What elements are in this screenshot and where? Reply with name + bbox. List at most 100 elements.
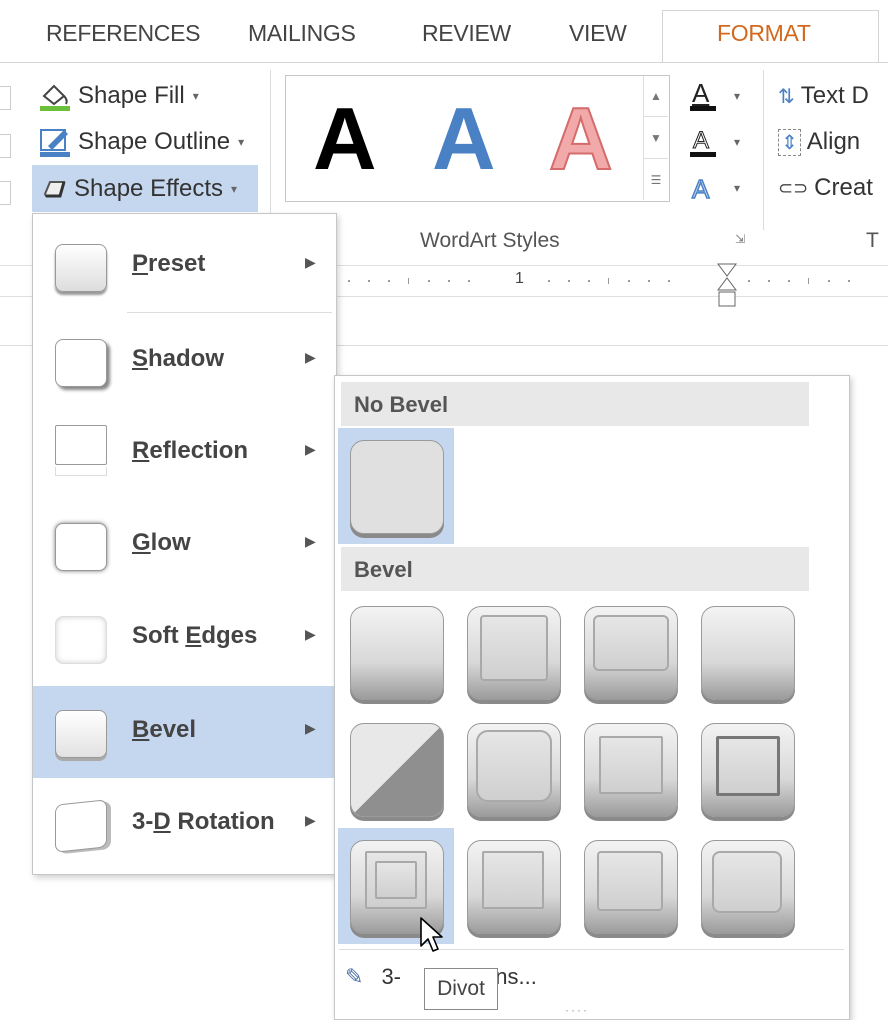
preset-icon	[55, 244, 107, 292]
svg-text:A: A	[692, 78, 710, 108]
menu-item-shadow[interactable]: Shadow ▶	[33, 315, 336, 407]
bevel-soft-round[interactable]	[455, 711, 571, 827]
pen-outline-icon	[40, 129, 70, 157]
shadow-icon	[55, 339, 107, 387]
gallery-scroll-up-icon[interactable]: ▲	[644, 76, 668, 117]
submenu-arrow-icon: ▶	[305, 441, 316, 457]
paint-bucket-icon	[40, 84, 70, 111]
menu-item-glow[interactable]: Glow ▶	[33, 499, 336, 591]
text-outline-button[interactable]: A ▾	[688, 124, 748, 164]
bevel-submenu: No Bevel Bevel ✎ 3- ons...	[334, 375, 850, 1020]
svg-text:▾: ▾	[734, 181, 740, 195]
chevron-down-icon: ▾	[192, 89, 199, 103]
align-text-icon: ⇕	[778, 128, 801, 156]
bevel-slope[interactable]	[689, 711, 805, 827]
tab-view[interactable]: VIEW	[569, 20, 627, 47]
3d-options-prefix: 3-	[381, 964, 401, 989]
reflection-icon	[55, 425, 107, 465]
bevel-art-deco[interactable]	[689, 828, 805, 944]
3d-options-icon: ✎	[345, 964, 364, 989]
tooltip: Divot	[424, 968, 498, 1010]
align-text-label: Align	[806, 128, 861, 155]
menu-item-soft-edges[interactable]: Soft Edges ▶	[33, 592, 336, 684]
ruler-ticks	[348, 278, 850, 284]
text-fill-icon: A ▾	[690, 78, 740, 111]
tab-mailings[interactable]: MAILINGS	[248, 20, 356, 47]
link-icon: ⊂⊃	[778, 177, 809, 198]
partial-control-2[interactable]	[0, 134, 11, 158]
partial-control-3[interactable]	[0, 181, 11, 205]
gallery-scroll: ▲ ▼ ☰	[643, 76, 668, 200]
shape-effects-menu: Preset ▶ Shadow ▶ Reflection ▶ Glow ▶ So…	[32, 213, 337, 875]
submenu-arrow-icon: ▶	[305, 254, 316, 270]
bevel-none[interactable]	[338, 428, 454, 544]
indent-marker-icon[interactable]	[716, 262, 738, 310]
gallery-scroll-down-icon[interactable]: ▼	[644, 118, 668, 159]
bevel-cool-slant[interactable]	[689, 594, 805, 710]
shape-effects-icon	[43, 180, 66, 197]
soft-edges-icon	[55, 616, 107, 664]
menu-item-reflection[interactable]: Reflection ▶	[33, 407, 336, 499]
shape-effects-label: Shape Effects	[74, 174, 223, 202]
svg-text:A: A	[692, 174, 710, 204]
menu-item-preset[interactable]: Preset ▶	[33, 220, 336, 312]
wordart-style-pink[interactable]: A	[548, 88, 614, 190]
menu-separator	[127, 312, 332, 313]
menu-label-shadow: Shadow	[132, 345, 225, 372]
submenu-arrow-icon: ▶	[305, 812, 316, 828]
shape-fill-button[interactable]: Shape Fill ▾	[38, 78, 199, 114]
reflection-shadow	[55, 467, 107, 476]
text-group-label: T	[866, 229, 879, 252]
tab-references[interactable]: REFERENCES	[46, 20, 201, 47]
3d-rotation-icon	[55, 799, 107, 853]
bevel-hard-edge[interactable]	[572, 828, 688, 944]
submenu-arrow-icon: ▶	[305, 533, 316, 549]
wordart-style-blue[interactable]: A	[432, 88, 496, 190]
wordart-group-label: WordArt Styles	[420, 229, 560, 252]
shape-fill-label: Shape Fill	[78, 82, 185, 109]
text-fill-button[interactable]: A ▾	[688, 78, 748, 118]
menu-label-soft-edges: Soft Edges	[132, 622, 258, 649]
bevel-cross[interactable]	[572, 594, 688, 710]
bevel-riblet[interactable]	[455, 828, 571, 944]
bevel-angle[interactable]	[338, 711, 454, 827]
shape-effects-button[interactable]: Shape Effects ▾	[32, 165, 258, 212]
submenu-arrow-icon: ▶	[305, 349, 316, 365]
menu-label-bevel: Bevel	[132, 716, 197, 743]
no-bevel-heading: No Bevel	[341, 382, 809, 426]
bevel-relaxed-inset[interactable]	[455, 594, 571, 710]
shape-outline-label: Shape Outline	[78, 128, 231, 155]
gallery-more-icon[interactable]: ☰	[644, 160, 668, 200]
submenu-separator	[339, 949, 844, 950]
text-effects-icon: A ▾	[691, 173, 740, 205]
bevel-heading: Bevel	[341, 547, 809, 591]
group-separator	[763, 70, 764, 230]
resize-grip[interactable]: ····	[565, 1003, 589, 1017]
group-separator	[270, 70, 271, 230]
partial-control-1[interactable]	[0, 86, 11, 110]
wordart-style-black[interactable]: A	[313, 88, 377, 190]
svg-text:▾: ▾	[734, 135, 740, 149]
menu-label-glow: Glow	[132, 529, 191, 556]
menu-item-bevel[interactable]: Bevel ▶	[33, 686, 336, 778]
create-link-label: Creat	[814, 174, 873, 201]
svg-text:A: A	[693, 127, 709, 154]
tab-format[interactable]: FORMAT	[717, 20, 811, 47]
submenu-arrow-icon: ▶	[305, 720, 316, 736]
tab-review[interactable]: REVIEW	[422, 20, 511, 47]
shape-outline-button[interactable]: Shape Outline ▾	[38, 124, 244, 160]
bevel-none-preview	[350, 440, 444, 534]
create-link-button[interactable]: ⊂⊃ Creat	[778, 170, 873, 206]
text-outline-icon: A ▾	[690, 127, 740, 157]
text-direction-button[interactable]: ⇅ Text D	[778, 78, 869, 114]
ribbon-tab-bar: REFERENCES MAILINGS REVIEW VIEW FORMAT	[0, 0, 888, 65]
dialog-launcher-icon[interactable]: ⇲	[735, 232, 745, 246]
chevron-down-icon: ▾	[238, 135, 245, 149]
bevel-convex[interactable]	[572, 711, 688, 827]
text-effects-button[interactable]: A ▾	[688, 170, 748, 210]
align-text-button[interactable]: ⇕ Align	[778, 124, 860, 160]
bevel-circle[interactable]	[338, 594, 454, 710]
menu-item-3d-rotation[interactable]: 3-D Rotation ▶	[33, 778, 336, 870]
svg-text:▾: ▾	[734, 89, 740, 103]
mouse-pointer-icon	[420, 917, 443, 952]
